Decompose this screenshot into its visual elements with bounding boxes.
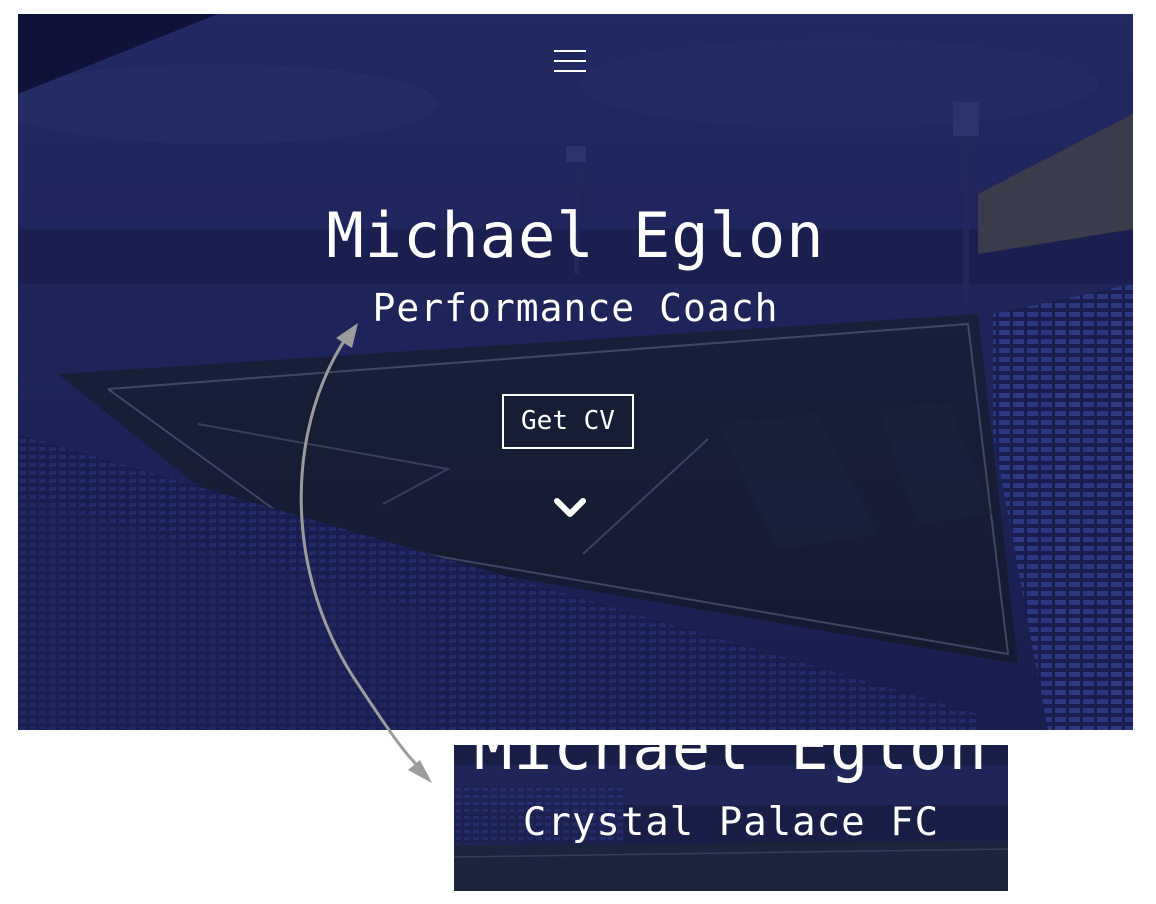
get-cv-button[interactable]: Get CV <box>502 394 634 449</box>
menu-line <box>554 50 586 52</box>
stadium-background-image <box>18 14 1133 730</box>
crop-preview: Michael Eglon Crystal Palace FC <box>454 745 1008 891</box>
arrowhead-bottom <box>408 760 432 783</box>
chevron-down-icon[interactable] <box>553 496 587 520</box>
menu-line <box>554 60 586 62</box>
crop-subtitle-text: Crystal Palace FC <box>522 800 940 845</box>
page: Michael Eglon Performance Coach Get CV M… <box>0 0 1156 904</box>
hamburger-menu-icon[interactable] <box>553 49 587 75</box>
hero-section: Michael Eglon Performance Coach Get CV <box>18 14 1133 730</box>
page-subtitle: Performance Coach <box>372 286 779 330</box>
menu-line <box>554 70 586 72</box>
crop-name-text: Michael Eglon <box>474 745 988 785</box>
page-title: Michael Eglon <box>326 199 825 272</box>
